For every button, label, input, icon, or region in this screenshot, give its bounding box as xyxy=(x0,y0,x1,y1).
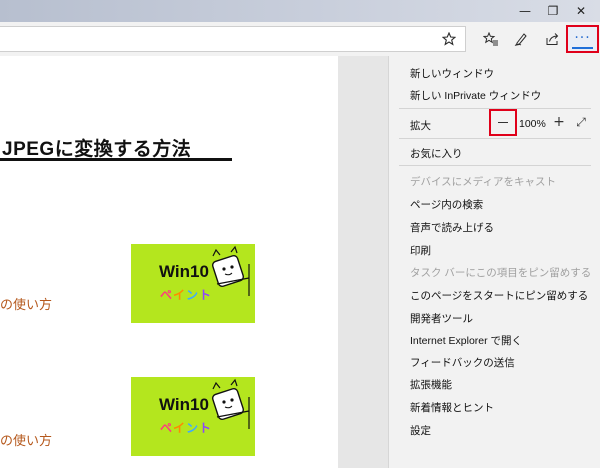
menu-item-open-ie[interactable]: Internet Explorer で開く xyxy=(410,333,522,348)
menu-item-dev-tools[interactable]: 開発者ツール xyxy=(410,311,473,326)
web-page-content: JPEGに変換する方法 の使い方 Win10 ペ イ ン ト の使い方 Win1… xyxy=(0,56,338,468)
menu-item-extensions[interactable]: 拡張機能 xyxy=(410,377,452,392)
address-bar[interactable] xyxy=(0,26,466,52)
menu-item-find-on-page[interactable]: ページ内の検索 xyxy=(410,197,483,212)
thumb-title: Win10 xyxy=(159,395,209,414)
article-thumbnail-2[interactable]: Win10 ペ イ ン ト xyxy=(131,377,255,456)
browser-toolbar: ··· xyxy=(0,22,600,56)
svg-text:イ: イ xyxy=(173,421,185,435)
zoom-out-button[interactable] xyxy=(489,109,517,136)
svg-text:ペ: ペ xyxy=(160,288,172,302)
menu-item-feedback[interactable]: フィードバックの送信 xyxy=(410,355,515,370)
minus-icon xyxy=(498,121,508,124)
thumb-subtitle: ペ イ ン ト xyxy=(160,288,211,302)
title-bar: — ❐ ✕ xyxy=(0,0,600,22)
menu-item-read-aloud[interactable]: 音声で読み上げる xyxy=(410,220,494,235)
page-heading: JPEGに変換する方法 xyxy=(2,139,192,160)
zoom-in-button[interactable]: + xyxy=(551,114,567,130)
article-thumbnail-1[interactable]: Win10 ペ イ ン ト xyxy=(131,244,255,323)
svg-text:イ: イ xyxy=(173,288,185,302)
minimize-button[interactable]: — xyxy=(510,0,540,22)
article-link-2[interactable]: の使い方 xyxy=(0,430,52,449)
article-link-1[interactable]: の使い方 xyxy=(0,294,52,313)
share-icon[interactable] xyxy=(540,27,564,51)
menu-item-settings[interactable]: 設定 xyxy=(410,423,431,438)
more-actions-button[interactable]: ··· xyxy=(566,25,599,53)
menu-item-new-window[interactable]: 新しいウィンドウ xyxy=(410,66,494,81)
cat-mascot-icon xyxy=(211,378,250,429)
svg-text:ペ: ペ xyxy=(160,421,172,435)
svg-text:ン: ン xyxy=(186,288,198,302)
zoom-level: 100% xyxy=(519,118,546,130)
menu-item-print[interactable]: 印刷 xyxy=(410,243,431,258)
svg-text:ト: ト xyxy=(199,421,211,435)
cat-mascot-icon xyxy=(211,245,250,296)
menu-zoom-label: 拡大 xyxy=(410,120,431,132)
favorite-star-icon[interactable] xyxy=(437,27,461,51)
menu-item-whats-new[interactable]: 新着情報とヒント xyxy=(410,400,494,415)
menu-item-new-inprivate[interactable]: 新しい InPrivate ウィンドウ xyxy=(410,88,541,103)
menu-separator xyxy=(399,138,591,139)
thumb-subtitle: ペ イ ン ト xyxy=(160,421,211,435)
menu-separator xyxy=(399,165,591,166)
close-button[interactable]: ✕ xyxy=(566,0,596,22)
menu-item-pin-start[interactable]: このページをスタートにピン留めする xyxy=(410,288,588,303)
fullscreen-icon[interactable]: ⤢ xyxy=(573,114,589,130)
svg-text:ン: ン xyxy=(186,421,198,435)
maximize-button[interactable]: ❐ xyxy=(538,0,568,22)
active-underline xyxy=(572,47,593,49)
heading-underline xyxy=(0,158,232,161)
menu-item-favorites[interactable]: お気に入り xyxy=(410,146,463,161)
menu-item-cast-media: デバイスにメディアをキャスト xyxy=(410,176,556,188)
svg-text:ト: ト xyxy=(199,288,211,302)
menu-item-pin-taskbar: タスク バーにこの項目をピン留めする xyxy=(410,267,592,279)
more-actions-menu: 新しいウィンドウ 新しい InPrivate ウィンドウ 拡大 100% + ⤢… xyxy=(388,56,600,468)
favorites-hub-icon[interactable] xyxy=(479,27,503,51)
thumb-title: Win10 xyxy=(159,262,209,281)
more-dots-icon: ··· xyxy=(574,30,591,46)
web-note-pen-icon[interactable] xyxy=(509,27,533,51)
